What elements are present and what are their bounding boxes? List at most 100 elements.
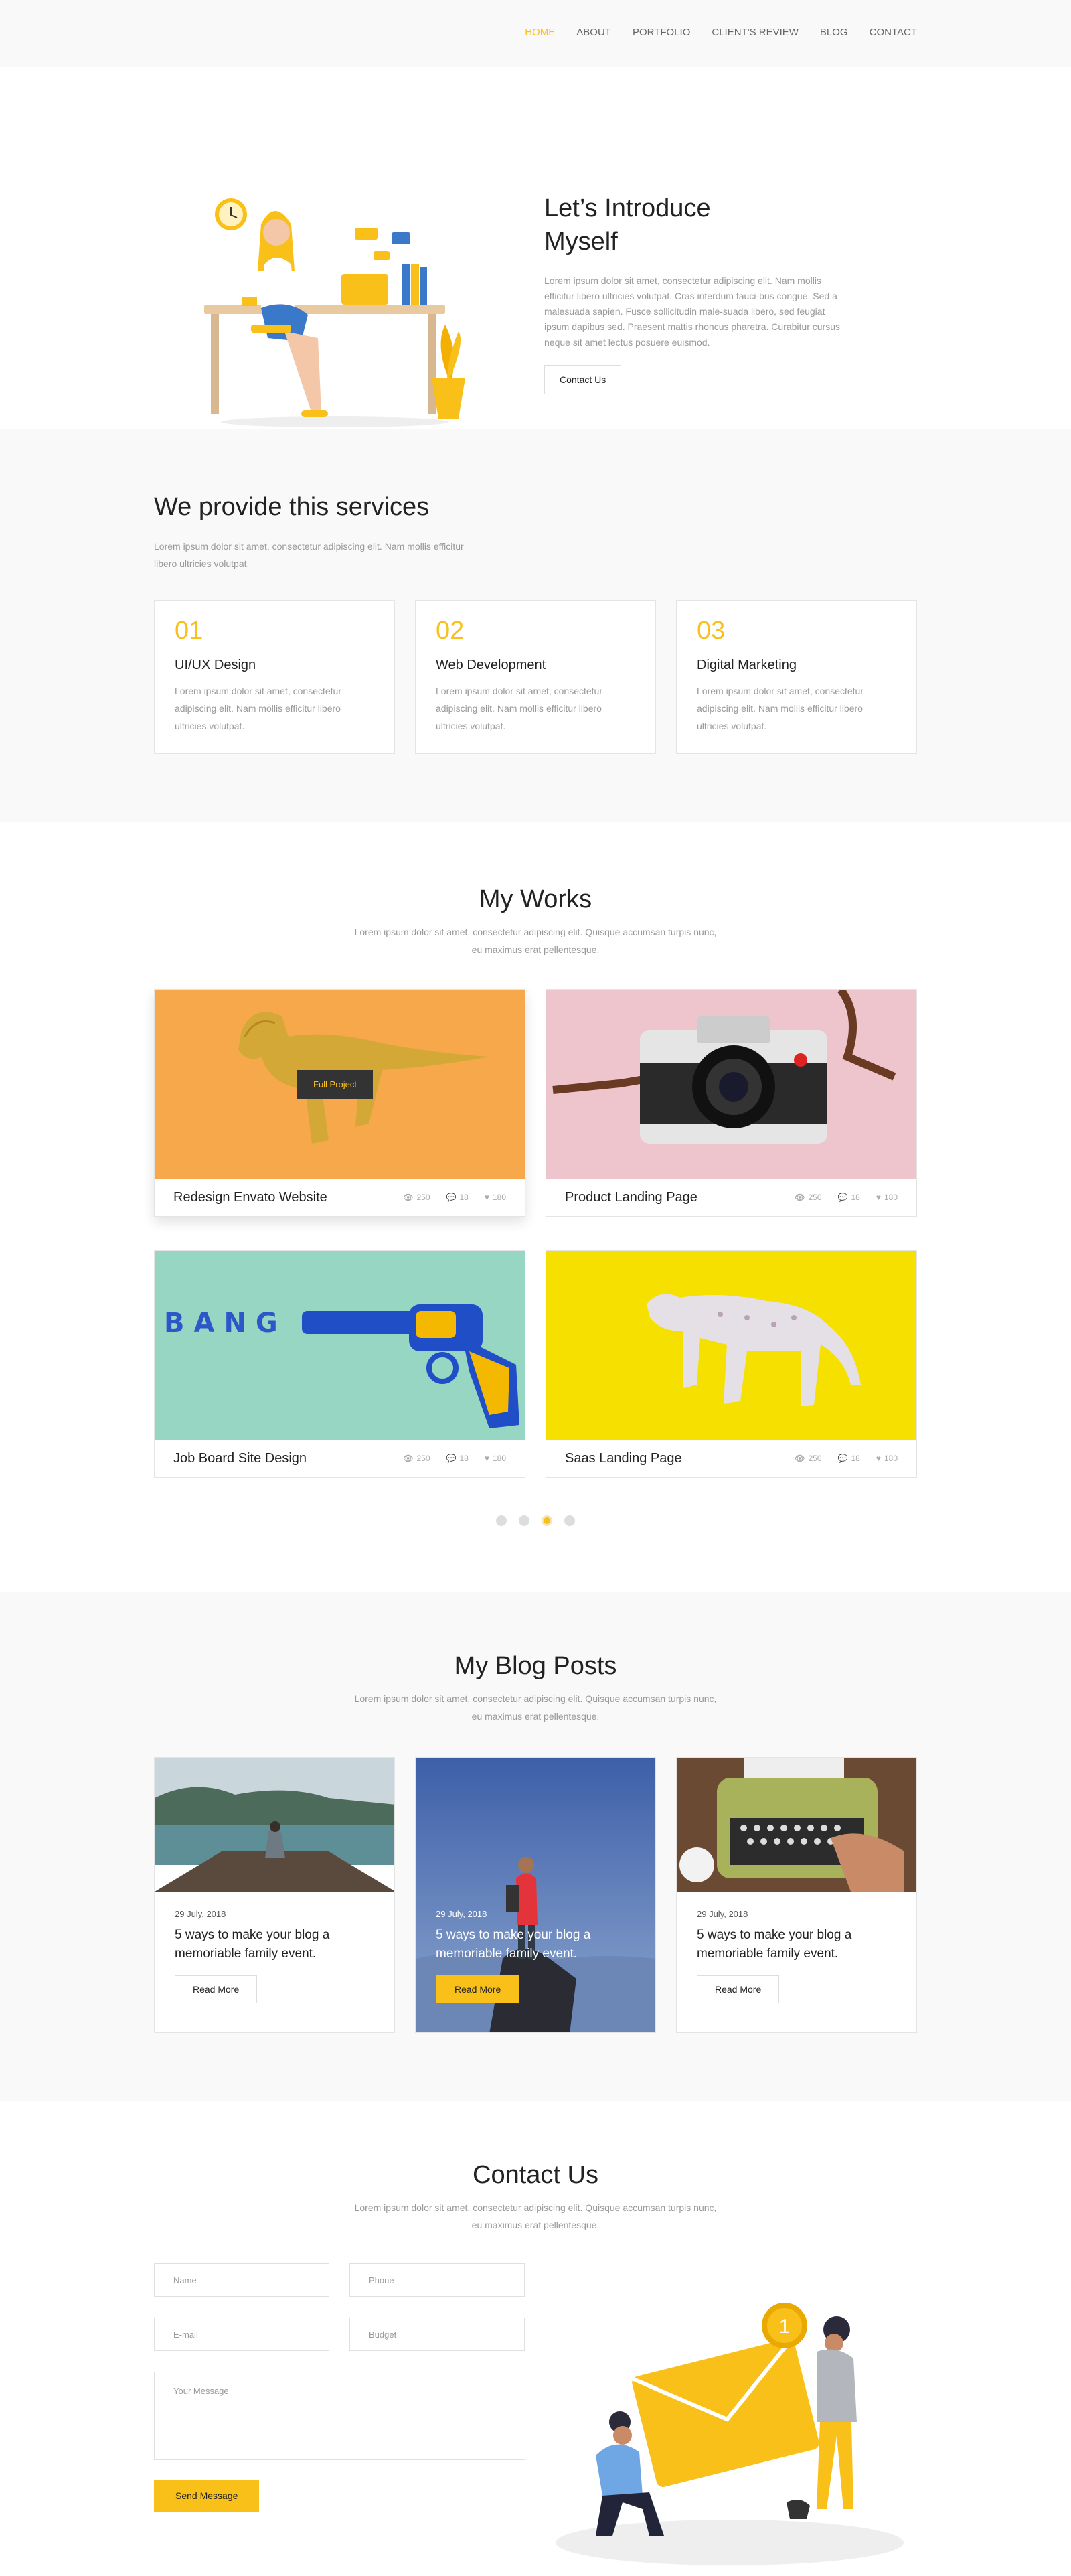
- heart-icon: ♥: [484, 1193, 489, 1202]
- post-date: 29 July, 2018: [697, 1909, 748, 1919]
- post-image-lake: [155, 1758, 394, 1892]
- service-number: 03: [697, 617, 726, 645]
- likes-stat[interactable]: ♥ 180: [876, 1454, 898, 1463]
- post-title[interactable]: 5 ways to make your blog a memoriable fa…: [175, 1926, 362, 1963]
- blue-toy-gun-figure: [302, 1304, 519, 1428]
- read-more-button[interactable]: Read More: [175, 1975, 258, 2003]
- heart-icon: ♥: [876, 1454, 881, 1463]
- contact-form: Name Phone E-mail Budget Your Message Se…: [154, 2263, 525, 2512]
- eye-icon: 👁: [403, 1193, 414, 1202]
- likes-stat[interactable]: ♥ 180: [876, 1193, 898, 1202]
- works-section: My Works Lorem ipsum dolor sit amet, con…: [0, 822, 1071, 1592]
- intro-paragraph: Lorem ipsum dolor sit amet, consectetur …: [544, 275, 840, 348]
- contact-us-button[interactable]: Contact Us: [544, 365, 622, 394]
- comments-stat: 💬 18: [446, 1193, 469, 1202]
- comment-icon: 💬: [837, 1193, 848, 1202]
- read-more-button[interactable]: Read More: [697, 1975, 780, 2003]
- nav-item-about[interactable]: ABOUT: [576, 27, 611, 38]
- post-body: 29 July, 2018 5 ways to make your blog a…: [155, 1892, 394, 2021]
- likes-count: 180: [492, 1193, 506, 1202]
- views-count: 250: [808, 1193, 822, 1202]
- work-card-redesign-envato[interactable]: Full Project Redesign Envato Website 👁 25…: [154, 989, 525, 1217]
- post-title[interactable]: 5 ways to make your blog a memoriable fa…: [436, 1926, 623, 1963]
- comments-stat: 💬 18: [838, 1454, 860, 1463]
- nav-item-blog[interactable]: BLOG: [820, 27, 848, 38]
- work-card-job-board[interactable]: BANG Job Board Site Design 👁 250 💬 18 ♥ 180: [154, 1250, 525, 1478]
- comment-icon: 💬: [837, 1454, 848, 1463]
- service-number: 01: [175, 617, 203, 645]
- send-message-button[interactable]: Send Message: [154, 2480, 260, 2512]
- views-count: 250: [416, 1193, 430, 1202]
- pagination-dot[interactable]: [496, 1515, 507, 1526]
- likes-stat[interactable]: ♥ 180: [485, 1193, 506, 1202]
- intro-title: Let’s Introduce Myself: [544, 194, 711, 256]
- views-stat: 👁 250: [795, 1193, 821, 1202]
- likes-count: 180: [884, 1193, 898, 1202]
- post-title[interactable]: 5 ways to make your blog a memoriable fa…: [697, 1926, 884, 1963]
- work-footer: Job Board Site Design 👁 250 💬 18 ♥ 180: [155, 1440, 525, 1477]
- likes-stat[interactable]: ♥ 180: [485, 1454, 506, 1463]
- work-footer: Product Landing Page 👁 250 💬 18 ♥ 180: [546, 1179, 916, 1216]
- service-text: Lorem ipsum dolor sit amet, consectetur …: [175, 686, 341, 731]
- pagination-dot[interactable]: [564, 1515, 575, 1526]
- work-title: Saas Landing Page: [565, 1450, 682, 1466]
- work-footer: Saas Landing Page 👁 250 💬 18 ♥ 180: [546, 1440, 916, 1477]
- comments-count: 18: [459, 1454, 469, 1463]
- read-more-button[interactable]: Read More: [436, 1975, 520, 2003]
- services-list: 01 UI/UX Design Lorem ipsum dolor sit am…: [154, 600, 917, 754]
- work-card-product-landing[interactable]: Product Landing Page 👁 250 💬 18 ♥ 180: [546, 989, 917, 1217]
- nav-item-contact[interactable]: CONTACT: [870, 27, 917, 38]
- eye-icon: 👁: [795, 1454, 805, 1463]
- work-image-dinosaur: Full Project: [155, 990, 525, 1179]
- camera-figure: [552, 990, 896, 1144]
- services-title: We provide this services: [154, 493, 430, 521]
- pagination-dot[interactable]: [519, 1515, 529, 1526]
- pagination-dot-active[interactable]: [542, 1515, 552, 1526]
- work-footer: Redesign Envato Website 👁 250 💬 18 ♥ 180: [155, 1179, 525, 1216]
- notification-badge-number: 1: [779, 2316, 791, 2338]
- top-nav: HOME ABOUT PORTFOLIO CLIENT'S REVIEW BLO…: [0, 0, 1071, 67]
- nav-item-portfolio[interactable]: PORTFOLIO: [633, 27, 690, 38]
- service-number: 02: [436, 617, 465, 645]
- works-subtitle: Lorem ipsum dolor sit amet, consectetur …: [354, 927, 717, 955]
- name-field[interactable]: Name: [154, 2263, 329, 2297]
- comments-count: 18: [851, 1193, 860, 1202]
- eye-icon: 👁: [795, 1193, 805, 1202]
- works-grid: Full Project Redesign Envato Website 👁 25…: [154, 989, 917, 1478]
- work-meta: 👁 250 💬 18 ♥ 180: [795, 1454, 898, 1463]
- contact-section: Contact Us Lorem ipsum dolor sit amet, c…: [0, 2101, 1071, 2576]
- nav-item-clients-review[interactable]: CLIENT'S REVIEW: [712, 27, 799, 38]
- silver-leopard-figure: [647, 1294, 861, 1406]
- intro-section: Let’s Introduce Myself Lorem ipsum dolor…: [0, 67, 1071, 429]
- work-title: Redesign Envato Website: [173, 1189, 327, 1205]
- services-subtitle: Lorem ipsum dolor sit amet, consectetur …: [154, 541, 464, 569]
- views-stat: 👁 250: [403, 1193, 430, 1202]
- work-image-camera: [546, 990, 916, 1179]
- post-body: 29 July, 2018 5 ways to make your blog a…: [416, 1892, 655, 2021]
- email-field[interactable]: E-mail: [154, 2318, 329, 2351]
- heart-icon: ♥: [484, 1454, 489, 1463]
- service-text: Lorem ipsum dolor sit amet, consectetur …: [436, 686, 602, 731]
- heart-icon: ♥: [876, 1193, 881, 1202]
- service-text: Lorem ipsum dolor sit amet, consectetur …: [697, 686, 863, 731]
- work-title: Job Board Site Design: [173, 1450, 307, 1466]
- full-project-button[interactable]: Full Project: [297, 1070, 374, 1099]
- work-card-saas-landing[interactable]: Saas Landing Page 👁 250 💬 18 ♥ 180: [546, 1250, 917, 1478]
- comment-icon: 💬: [446, 1454, 457, 1463]
- contact-title: Contact Us: [473, 2161, 598, 2189]
- likes-count: 180: [884, 1454, 898, 1463]
- comments-count: 18: [459, 1193, 469, 1202]
- works-pagination: [0, 1515, 1071, 1526]
- phone-field[interactable]: Phone: [349, 2263, 525, 2297]
- blog-post-card: 29 July, 2018 5 ways to make your blog a…: [676, 1757, 917, 2033]
- service-title: Digital Marketing: [697, 658, 797, 672]
- nav-menu: HOME ABOUT PORTFOLIO CLIENT'S REVIEW BLO…: [525, 27, 917, 38]
- nav-item-home[interactable]: HOME: [525, 27, 555, 38]
- budget-field[interactable]: Budget: [349, 2318, 525, 2351]
- service-card-digital-marketing: 03 Digital Marketing Lorem ipsum dolor s…: [676, 600, 917, 754]
- service-title: Web Development: [436, 658, 546, 672]
- post-date: 29 July, 2018: [175, 1909, 226, 1919]
- service-card-web-development: 02 Web Development Lorem ipsum dolor sit…: [415, 600, 656, 754]
- message-field[interactable]: Your Message: [154, 2372, 525, 2460]
- post-date: 29 July, 2018: [436, 1909, 487, 1919]
